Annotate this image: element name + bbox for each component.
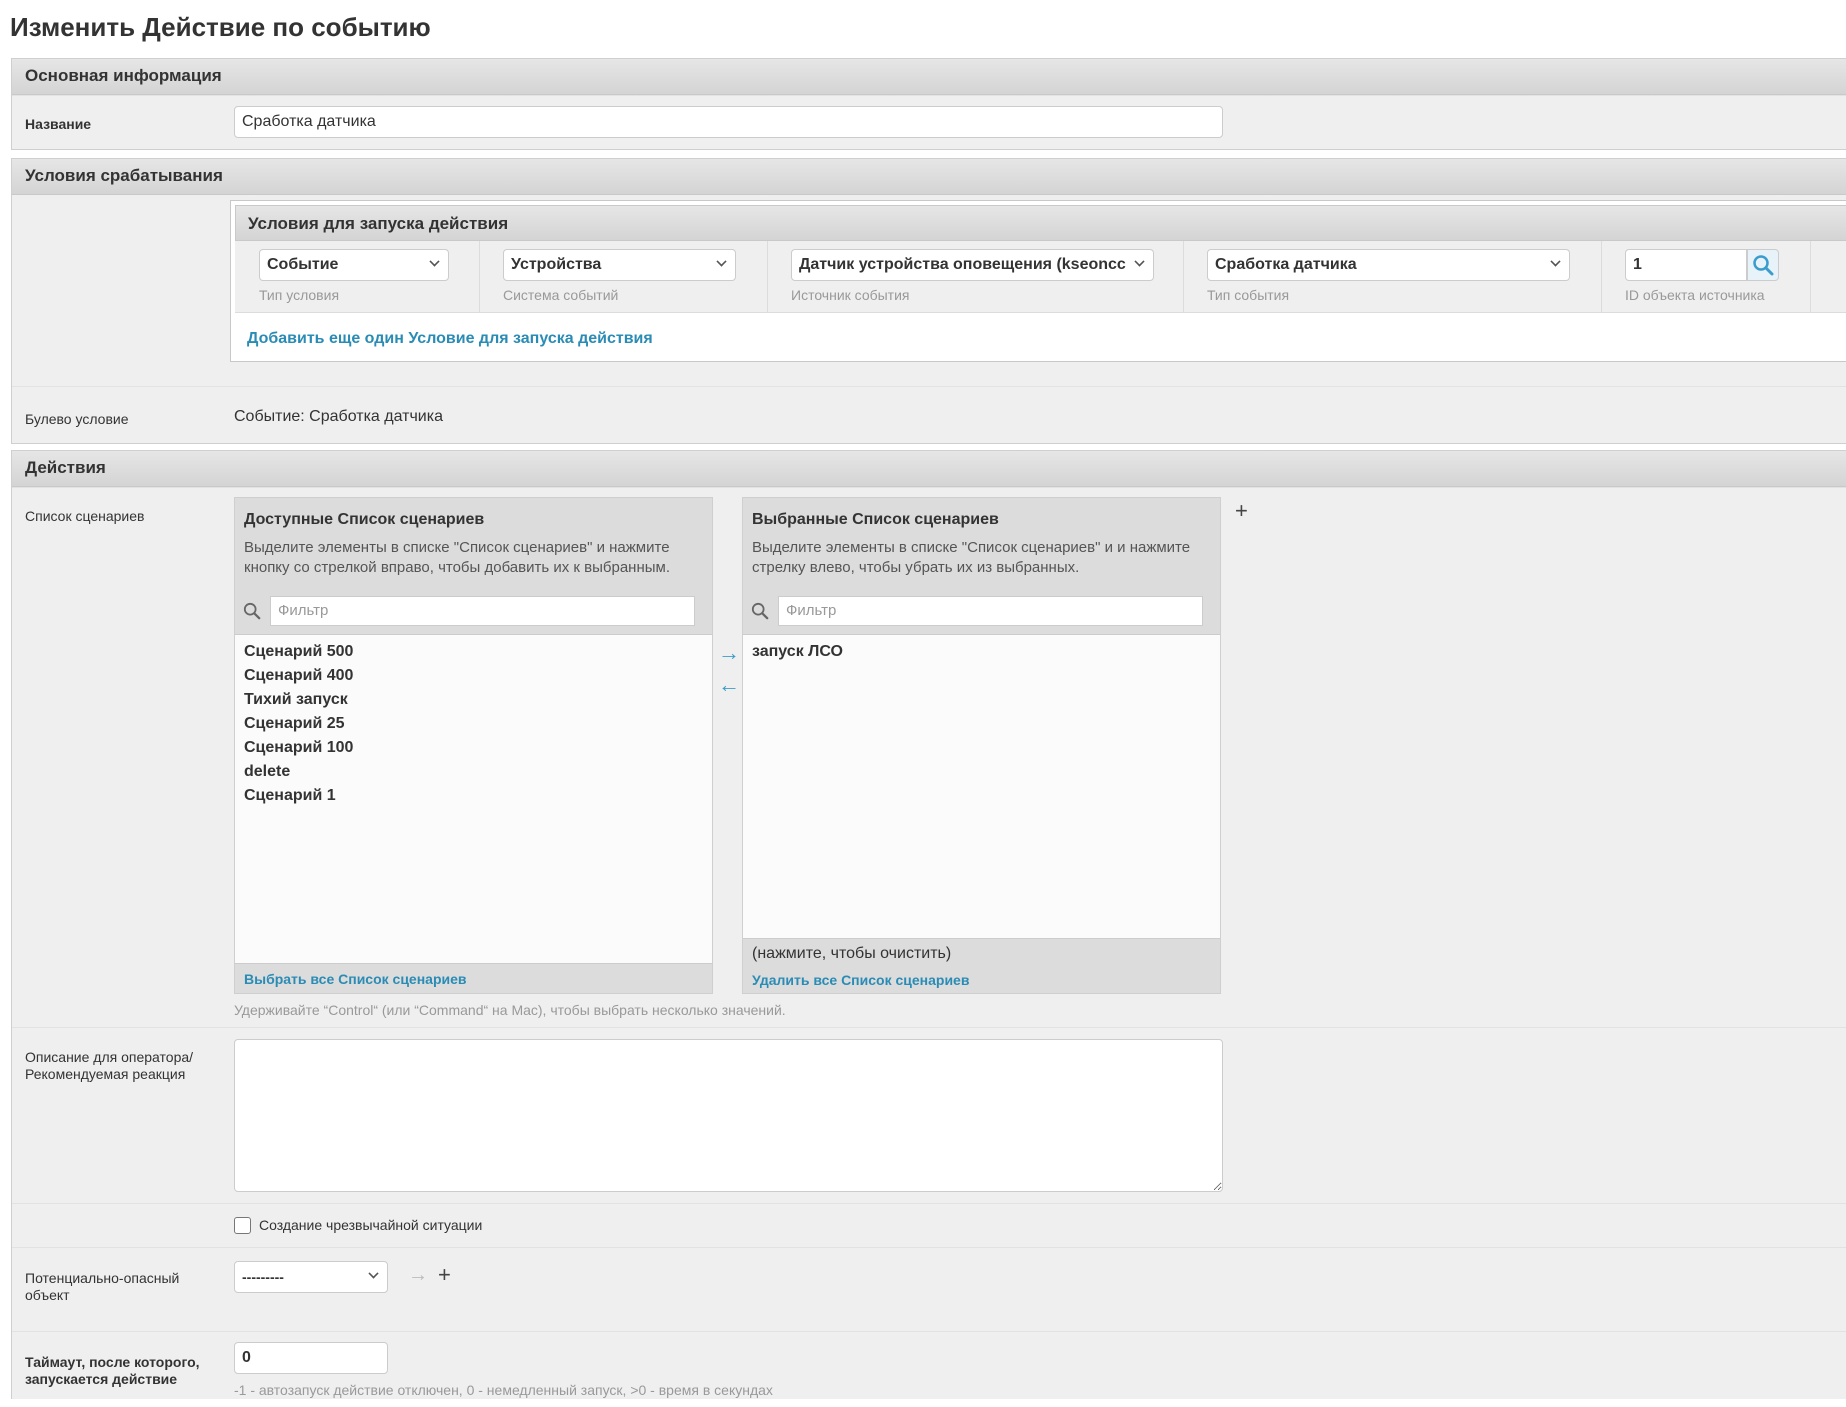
hazard-label-line1: Потенциально-опасный [25, 1270, 180, 1286]
actions-section: Действия Список сценариев Доступные Спис… [11, 450, 1846, 1399]
basic-info-section: Основная информация Название Сработка да… [11, 58, 1846, 150]
search-icon [1753, 255, 1774, 276]
hazard-goto-arrow-icon[interactable]: → [408, 1264, 428, 1287]
timeout-input[interactable]: 0 [234, 1342, 388, 1374]
description-label-line2: Рекомендуемая реакция [25, 1066, 186, 1082]
hazard-select[interactable]: --------- [234, 1261, 388, 1293]
event-system-select[interactable]: Устройства [503, 249, 736, 281]
source-id-lookup-button[interactable] [1747, 249, 1779, 281]
available-description: Выделите элементы в списке "Список сцена… [244, 539, 670, 576]
multi-select-help: Удерживайте “Control“ (или “Command“ на … [234, 1002, 786, 1018]
remove-all-link[interactable]: Удалить все Список сценариев [752, 972, 969, 988]
emergency-checkbox[interactable] [234, 1217, 251, 1234]
chevron-down-icon [716, 256, 727, 267]
timeout-help: -1 - автозапуск действие отключен, 0 - н… [234, 1382, 773, 1398]
hazard-label-line2: объект [25, 1287, 70, 1303]
chevron-down-icon [429, 256, 440, 267]
page-title: Изменить Действие по событию [10, 12, 431, 42]
list-item[interactable]: Сценарий 400 [235, 664, 712, 688]
description-textarea[interactable] [234, 1039, 1223, 1192]
condition-row: Событие Тип условия Устройства Система с… [235, 241, 1846, 313]
event-type-help: Тип события [1207, 287, 1290, 303]
name-input[interactable]: Сработка датчика [234, 106, 1223, 138]
source-id-input[interactable]: 1 [1625, 249, 1747, 281]
cell-source-id: 1 ID объекта источника [1602, 241, 1811, 313]
scenarios-row: Список сценариев Доступные Список сценар… [12, 487, 1846, 1027]
name-label: Название [25, 116, 92, 132]
condition-type-help: Тип условия [259, 287, 340, 303]
conditions-header: Условия срабатывания [12, 159, 1846, 195]
remove-left-arrow-icon[interactable]: ← [718, 674, 740, 696]
list-item[interactable]: delete [235, 760, 712, 784]
list-item[interactable]: Сценарий 1 [235, 784, 712, 808]
bool-condition-row: Булево условие Событие: Сработка датчика [12, 386, 1846, 444]
event-type-value: Сработка датчика [1215, 256, 1357, 273]
chosen-description: Выделите элементы в списке "Список сцена… [752, 539, 1191, 576]
search-icon [751, 602, 769, 620]
description-label-line1: Описание для оператора/ [25, 1049, 194, 1065]
event-source-select[interactable]: Датчик устройства оповещения (kseoncc [791, 249, 1154, 281]
event-type-select[interactable]: Сработка датчика [1207, 249, 1570, 281]
hazard-value: --------- [242, 1269, 284, 1285]
source-id-help: ID объекта источника [1625, 287, 1765, 303]
list-item[interactable]: Тихий запуск [235, 688, 712, 712]
event-source-help: Источник события [791, 287, 910, 303]
timeout-label-line1: Таймаут, после которого, [25, 1354, 200, 1370]
chevron-down-icon [1550, 256, 1561, 267]
event-system-help: Система событий [503, 287, 619, 303]
emergency-row: Создание чрезвычайной ситуации [12, 1203, 1846, 1247]
inline-conditions-box: Условия для запуска действия Событие Тип… [230, 200, 1846, 362]
event-source-value: Датчик устройства оповещения (kseoncc [799, 256, 1126, 273]
bool-condition-value: Событие: Сработка датчика [234, 408, 443, 425]
conditions-section: Условия срабатывания Условия для запуска… [11, 158, 1846, 444]
description-row: Описание для оператора/ Рекомендуемая ре… [12, 1027, 1846, 1203]
inline-conditions-header: Условия для запуска действия [235, 205, 1846, 241]
list-item[interactable]: запуск ЛСО [743, 640, 1220, 664]
add-condition-link[interactable]: Добавить еще один Условие для запуска де… [247, 330, 653, 348]
cell-event-source: Датчик устройства оповещения (kseoncc Ис… [768, 241, 1184, 313]
actions-header: Действия [12, 451, 1846, 487]
list-item[interactable]: Сценарий 25 [235, 712, 712, 736]
chosen-list[interactable]: запуск ЛСО [743, 634, 1220, 939]
search-icon [243, 602, 261, 620]
add-right-arrow-icon[interactable]: → [718, 642, 740, 664]
choose-all-link[interactable]: Выбрать все Список сценариев [244, 971, 467, 987]
cell-event-system: Устройства Система событий [480, 241, 768, 313]
event-system-value: Устройства [511, 256, 602, 273]
available-title: Доступные Список сценариев [244, 511, 485, 528]
basic-info-header: Основная информация [12, 59, 1846, 95]
cell-condition-type: Событие Тип условия [235, 241, 480, 313]
chevron-down-icon [1134, 256, 1145, 267]
list-item[interactable]: Сценарий 100 [235, 736, 712, 760]
condition-type-value: Событие [267, 256, 339, 273]
scenarios-label: Список сценариев [25, 508, 145, 524]
list-item[interactable]: Сценарий 500 [235, 640, 712, 664]
available-list[interactable]: Сценарий 500 Сценарий 400 Тихий запуск С… [235, 634, 712, 964]
hazard-row: Потенциально-опасный объект --------- → … [12, 1247, 1846, 1331]
cell-event-type: Сработка датчика Тип события [1184, 241, 1602, 313]
available-scenarios-box: Доступные Список сценариев Выделите элем… [234, 497, 713, 994]
chosen-filter-input[interactable]: Фильтр [778, 596, 1203, 626]
chosen-scenarios-box: Выбранные Список сценариев Выделите элем… [742, 497, 1221, 994]
chosen-title: Выбранные Список сценариев [752, 511, 999, 528]
bool-condition-label: Булево условие [25, 411, 129, 427]
condition-type-select[interactable]: Событие [259, 249, 449, 281]
timeout-label-line2: запускается действие [25, 1371, 178, 1387]
add-scenario-button[interactable]: + [1235, 500, 1248, 522]
available-filter-input[interactable]: Фильтр [270, 596, 695, 626]
chevron-down-icon [368, 1268, 379, 1279]
emergency-label[interactable]: Создание чрезвычайной ситуации [259, 1217, 482, 1233]
clear-hint[interactable]: (нажмите, чтобы очистить) [752, 945, 951, 963]
timeout-row: Таймаут, после которого, запускается дей… [12, 1331, 1846, 1407]
name-row: Название Сработка датчика [12, 95, 1846, 149]
add-hazard-button[interactable]: + [438, 1262, 451, 1288]
